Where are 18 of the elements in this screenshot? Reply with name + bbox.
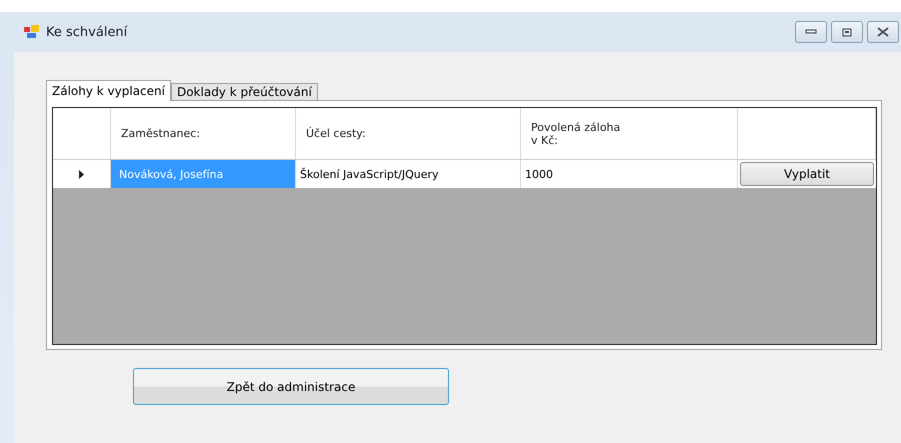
tab[interactable]: Zálohy k vyplacení (46, 80, 171, 101)
tab[interactable]: Doklady k přeúčtování (170, 83, 318, 100)
column-header[interactable]: Zaměstnanec: (111, 108, 296, 159)
table-cell: Nováková, Josefína (111, 160, 296, 188)
column-header[interactable]: Povolená záloha v Kč: (521, 108, 738, 159)
maximize-icon (842, 28, 852, 36)
minimize-icon (805, 29, 817, 35)
app-icon (24, 25, 40, 39)
table-cell: 1000 (521, 160, 738, 188)
pay-button[interactable]: Vyplatit (740, 162, 874, 186)
maximize-button[interactable] (831, 21, 863, 43)
window-title: Ke schválení (46, 24, 128, 40)
back-button[interactable]: Zpět do administrace (133, 368, 449, 405)
close-icon (877, 27, 889, 37)
column-header[interactable]: Účel cesty: (296, 108, 521, 159)
table-cell: Školení JavaScript/JQuery (296, 160, 521, 188)
minimize-button[interactable] (795, 21, 827, 43)
close-button[interactable] (867, 21, 899, 43)
